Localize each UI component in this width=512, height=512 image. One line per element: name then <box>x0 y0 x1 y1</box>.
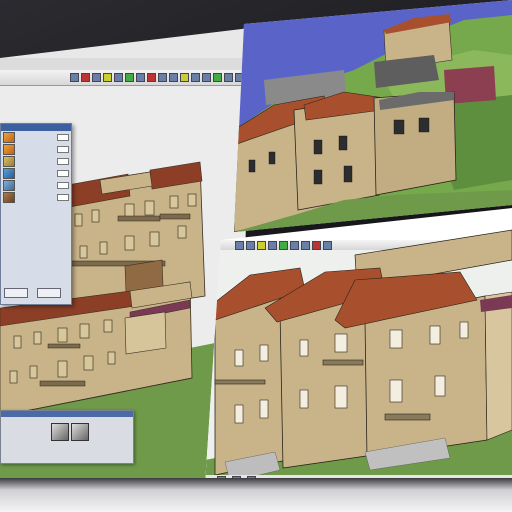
right-bottom-viewport-window <box>205 200 512 485</box>
tool-button[interactable] <box>180 73 189 82</box>
dialog-row <box>1 167 71 179</box>
right-bottom-3d-viewport[interactable] <box>205 200 512 485</box>
tool-button[interactable] <box>213 73 222 82</box>
material-preview-icon[interactable] <box>71 423 89 441</box>
tool-button[interactable] <box>92 73 101 82</box>
texture-swatch-icon[interactable] <box>3 155 15 167</box>
right-top-viewport-window <box>234 0 512 232</box>
texture-swatch-icon[interactable] <box>3 191 15 203</box>
dialog-title <box>1 124 71 131</box>
texture-swatch-icon[interactable] <box>3 179 15 191</box>
tool-button[interactable] <box>147 73 156 82</box>
value-field[interactable] <box>57 145 69 153</box>
dialog-row <box>1 143 71 155</box>
value-field[interactable] <box>57 157 69 165</box>
texture-swatch-icon[interactable] <box>3 167 15 179</box>
tool-button[interactable] <box>191 73 200 82</box>
tool-button[interactable] <box>70 73 79 82</box>
menu-bar[interactable] <box>0 58 250 70</box>
dialog-row <box>1 155 71 167</box>
value-field[interactable] <box>57 169 69 177</box>
tool-button[interactable] <box>103 73 112 82</box>
dialog-row <box>1 191 71 203</box>
value-field[interactable] <box>57 181 69 189</box>
texture-swatch-icon[interactable] <box>3 131 15 143</box>
parameters-dialog <box>0 123 72 305</box>
properties-panel <box>0 410 134 464</box>
tool-button[interactable] <box>114 73 123 82</box>
tool-button[interactable] <box>224 73 233 82</box>
monitor-bezel <box>0 478 512 512</box>
tool-button[interactable] <box>169 73 178 82</box>
material-preview-icon[interactable] <box>51 423 69 441</box>
dialog-row <box>1 131 71 143</box>
texture-swatch-icon[interactable] <box>3 143 15 155</box>
monitor <box>0 0 512 512</box>
tool-button[interactable] <box>136 73 145 82</box>
tool-button[interactable] <box>158 73 167 82</box>
value-field[interactable] <box>57 133 69 141</box>
tool-button[interactable] <box>125 73 134 82</box>
right-top-3d-viewport[interactable] <box>234 0 512 232</box>
dialog-row <box>1 179 71 191</box>
panel-title-bar <box>1 411 133 417</box>
tool-button[interactable] <box>81 73 90 82</box>
cancel-button[interactable] <box>37 288 61 298</box>
value-field[interactable] <box>57 193 69 201</box>
building-facade <box>364 295 488 459</box>
ok-button[interactable] <box>4 288 28 298</box>
toolbar <box>0 70 250 86</box>
tool-button[interactable] <box>202 73 211 82</box>
